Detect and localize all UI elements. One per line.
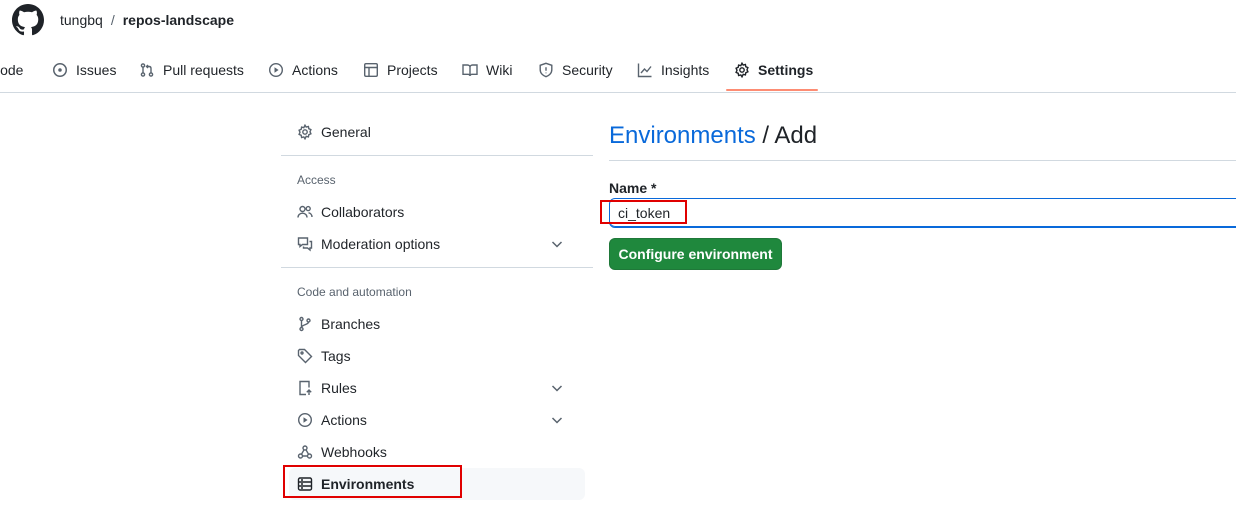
page-title-suffix: / Add <box>755 122 818 149</box>
sidebar-item-environments[interactable]: Environments <box>289 468 585 500</box>
tab-label: Issues <box>76 62 117 78</box>
chevron-down-icon[interactable] <box>549 236 565 252</box>
sidebar-item-label: Actions <box>321 412 367 428</box>
git-pull-request-icon <box>140 63 154 77</box>
tab-code[interactable]: Code <box>0 48 23 92</box>
tab-actions[interactable]: Actions <box>268 48 338 92</box>
selected-tab-underline <box>726 89 818 91</box>
tab-label: Actions <box>292 62 338 78</box>
sidebar-item-label: General <box>321 124 371 140</box>
tab-label: Settings <box>758 62 814 78</box>
tab-pull-requests[interactable]: Pull requests <box>139 48 244 92</box>
sidebar-item-tags[interactable]: Tags <box>289 340 585 372</box>
tab-wiki[interactable]: Wiki <box>462 48 512 92</box>
play-icon <box>297 412 313 428</box>
graph-icon <box>637 63 652 78</box>
webhook-icon <box>297 445 313 459</box>
tab-label: Security <box>562 62 613 78</box>
tab-settings[interactable]: Settings <box>734 48 813 92</box>
sidebar-item-general[interactable]: General <box>289 116 585 148</box>
configure-environment-button[interactable]: Configure environment <box>609 238 782 270</box>
repo-owner-link[interactable]: tungbq <box>60 11 103 29</box>
page-title: Environments / Add <box>609 120 817 152</box>
github-logo-icon[interactable] <box>12 4 44 36</box>
table-icon <box>364 63 379 78</box>
book-icon <box>462 64 478 77</box>
sidebar-divider <box>281 155 593 156</box>
tab-label: Wiki <box>486 62 513 78</box>
sidebar-item-rules[interactable]: Rules <box>289 372 585 404</box>
tag-icon <box>297 348 313 364</box>
environments-link[interactable]: Environments <box>609 122 756 149</box>
sidebar-item-label: Branches <box>321 316 381 332</box>
sidebar-item-label: Webhooks <box>321 444 387 460</box>
sidebar-divider <box>281 267 593 268</box>
gear-icon <box>735 62 749 78</box>
sidebar-item-branches[interactable]: Branches <box>289 308 585 340</box>
repo-header: tungbq / repos-landscape Code Issues Pul… <box>0 0 1236 93</box>
tab-label: Insights <box>661 62 710 78</box>
play-icon <box>268 62 284 78</box>
sidebar-item-actions[interactable]: Actions <box>289 404 585 436</box>
sidebar-item-webhooks[interactable]: Webhooks <box>289 436 585 468</box>
issue-opened-icon <box>53 63 67 77</box>
title-divider <box>609 160 1236 161</box>
sidebar-item-label: Collaborators <box>321 204 405 220</box>
sidebar-item-label: Moderation options <box>321 236 441 252</box>
tab-issues[interactable]: Issues <box>52 48 116 92</box>
chevron-down-icon[interactable] <box>549 380 565 396</box>
sidebar-item-moderation-options[interactable]: Moderation options <box>289 228 585 260</box>
gear-icon <box>298 124 312 140</box>
tab-label: Code <box>0 62 24 78</box>
comment-discussion-icon <box>297 237 313 252</box>
sidebar-group-code-and-automation: Code and automation <box>297 285 412 299</box>
name-field-label: Name * <box>609 180 657 196</box>
breadcrumb-separator: / <box>110 12 115 28</box>
sidebar-item-label: Tags <box>321 348 351 364</box>
sidebar-item-label: Environments <box>321 476 415 492</box>
breadcrumb: tungbq / repos-landscape <box>60 11 234 29</box>
git-branch-icon <box>299 316 311 332</box>
tab-security[interactable]: Security <box>538 48 613 92</box>
shield-icon <box>539 62 553 78</box>
environment-name-input[interactable] <box>609 198 1236 228</box>
server-icon <box>297 477 313 491</box>
people-icon <box>297 205 313 218</box>
chevron-down-icon[interactable] <box>549 412 565 428</box>
tab-label: Projects <box>387 62 438 78</box>
sidebar-item-collaborators[interactable]: Collaborators <box>289 196 585 228</box>
sidebar-group-access: Access <box>297 173 336 187</box>
tab-projects[interactable]: Projects <box>363 48 438 92</box>
sidebar-item-label: Rules <box>321 380 357 396</box>
tab-insights[interactable]: Insights <box>637 48 709 92</box>
repo-push-icon <box>299 380 312 396</box>
tab-label: Pull requests <box>163 62 244 78</box>
repo-name-link[interactable]: repos-landscape <box>123 11 234 29</box>
